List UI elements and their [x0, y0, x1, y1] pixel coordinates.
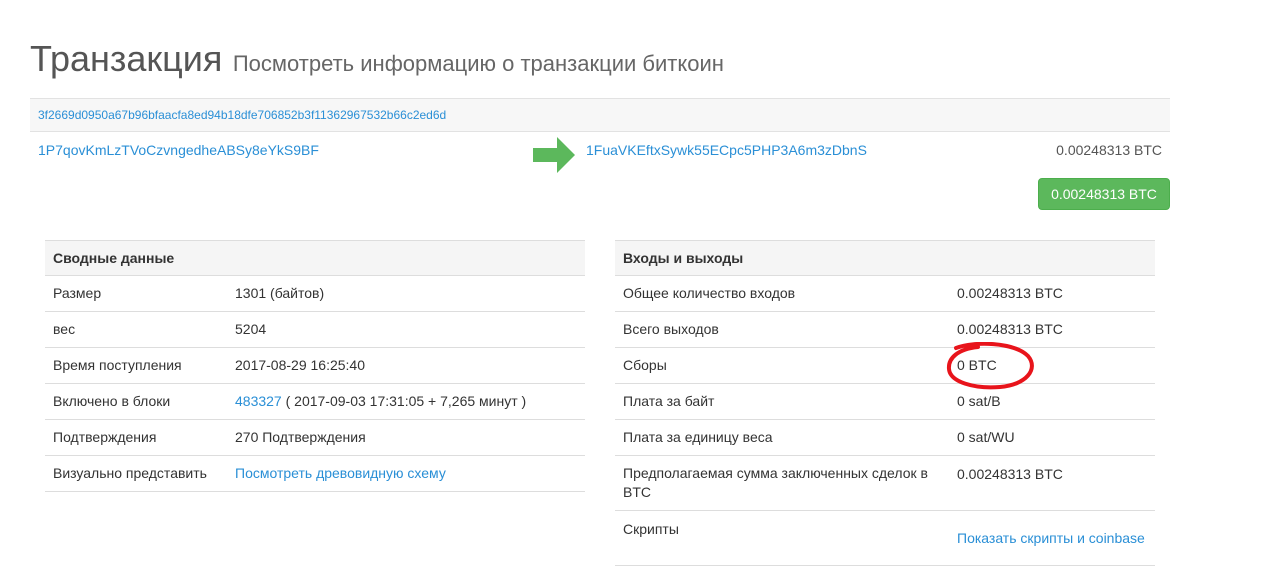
weight-value: 5204 [235, 321, 267, 337]
included-label: Включено в блоки [53, 393, 171, 409]
scripts-value: Показать скрипты и coinbase [957, 529, 1147, 548]
estimated-label: Предполагаемая сумма заключенных сделок … [623, 465, 928, 500]
transaction-hash-link[interactable]: 3f2669d0950a67b96bfaacfa8ed94b18dfe70685… [38, 108, 446, 122]
io-row-scripts: Скрипты Показать скрипты и coinbase [615, 511, 1155, 566]
total-amount-button[interactable]: 0.00248313 BTC [1038, 178, 1170, 210]
inputs-outputs-panel: Входы и выходы Общее количество входов 0… [615, 240, 1155, 566]
page-title-main: Транзакция [30, 38, 223, 79]
scripts-link[interactable]: Показать скрипты и coinbase [957, 530, 1145, 546]
io-row-fee-per-byte: Плата за байт 0 sat/B [615, 384, 1155, 420]
size-value: 1301 (байтов) [235, 285, 325, 301]
weight-label: вес [53, 321, 76, 337]
summary-header: Сводные данные [45, 240, 585, 276]
summary-panel: Сводные данные Размер 1301 (байтов) вес … [45, 240, 585, 492]
transaction-io-row: 1P7qovKmLzTVoCzvngedheABSy8eYkS9BF 1FuaV… [30, 132, 1170, 244]
io-row-total-inputs: Общее количество входов 0.00248313 BTC [615, 276, 1155, 312]
from-address-link[interactable]: 1P7qovKmLzTVoCzvngedheABSy8eYkS9BF [38, 142, 319, 158]
total-inputs-label: Общее количество входов [623, 285, 796, 301]
fee-per-weight-value: 0 sat/WU [957, 429, 1015, 445]
total-outputs-label: Всего выходов [623, 321, 719, 337]
to-address-link[interactable]: 1FuaVKEftxSywk55ECpc5PHP3A6m3zDbnS [586, 142, 867, 158]
fee-per-weight-label: Плата за единицу веса [623, 429, 773, 445]
included-value: 483327 ( 2017-09-03 17:31:05 + 7,265 мин… [235, 392, 526, 411]
fee-per-byte-value: 0 sat/B [957, 393, 1001, 409]
summary-row-size: Размер 1301 (байтов) [45, 276, 585, 312]
summary-row-received: Время поступления 2017-08-29 16:25:40 [45, 348, 585, 384]
visualize-value: Посмотреть древовидную схему [235, 464, 446, 483]
transaction-hash-row: 3f2669d0950a67b96bfaacfa8ed94b18dfe70685… [30, 98, 1170, 132]
received-label: Время поступления [53, 357, 182, 373]
confirmations-value: 270 Подтверждения [235, 429, 366, 445]
summary-row-visualize: Визуально представить Посмотреть древови… [45, 456, 585, 492]
size-label: Размер [53, 285, 102, 301]
page-title: Транзакция Посмотреть информацию о транз… [30, 38, 724, 80]
summary-row-confirmations: Подтверждения 270 Подтверждения [45, 420, 585, 456]
summary-row-included: Включено в блоки 483327 ( 2017-09-03 17:… [45, 384, 585, 420]
arrow-right-icon [533, 137, 575, 173]
fee-per-byte-label: Плата за байт [623, 393, 715, 409]
io-row-estimated: Предполагаемая сумма заключенных сделок … [615, 456, 1155, 511]
total-inputs-value: 0.00248313 BTC [957, 285, 1063, 301]
visualize-label: Визуально представить [53, 465, 207, 481]
block-link[interactable]: 483327 [235, 393, 282, 409]
page-subtitle: Посмотреть информацию о транзакции битко… [232, 51, 724, 76]
total-outputs-value: 0.00248313 BTC [957, 321, 1063, 337]
estimated-value: 0.00248313 BTC [957, 466, 1063, 482]
summary-row-weight: вес 5204 [45, 312, 585, 348]
confirmations-label: Подтверждения [53, 429, 157, 445]
fees-value: 0 BTC [957, 357, 997, 373]
fees-label: Сборы [623, 357, 667, 373]
transaction-box: 3f2669d0950a67b96bfaacfa8ed94b18dfe70685… [30, 98, 1170, 244]
io-header: Входы и выходы [615, 240, 1155, 276]
io-row-total-outputs: Всего выходов 0.00248313 BTC [615, 312, 1155, 348]
io-row-fee-per-weight: Плата за единицу веса 0 sat/WU [615, 420, 1155, 456]
io-row-fees: Сборы 0 BTC [615, 348, 1155, 384]
scripts-label: Скрипты [623, 521, 679, 537]
output-amount: 0.00248313 BTC [1056, 142, 1162, 158]
visualize-link[interactable]: Посмотреть древовидную схему [235, 465, 446, 481]
received-value: 2017-08-29 16:25:40 [235, 357, 365, 373]
block-time: ( 2017-09-03 17:31:05 + 7,265 минут ) [281, 393, 527, 409]
